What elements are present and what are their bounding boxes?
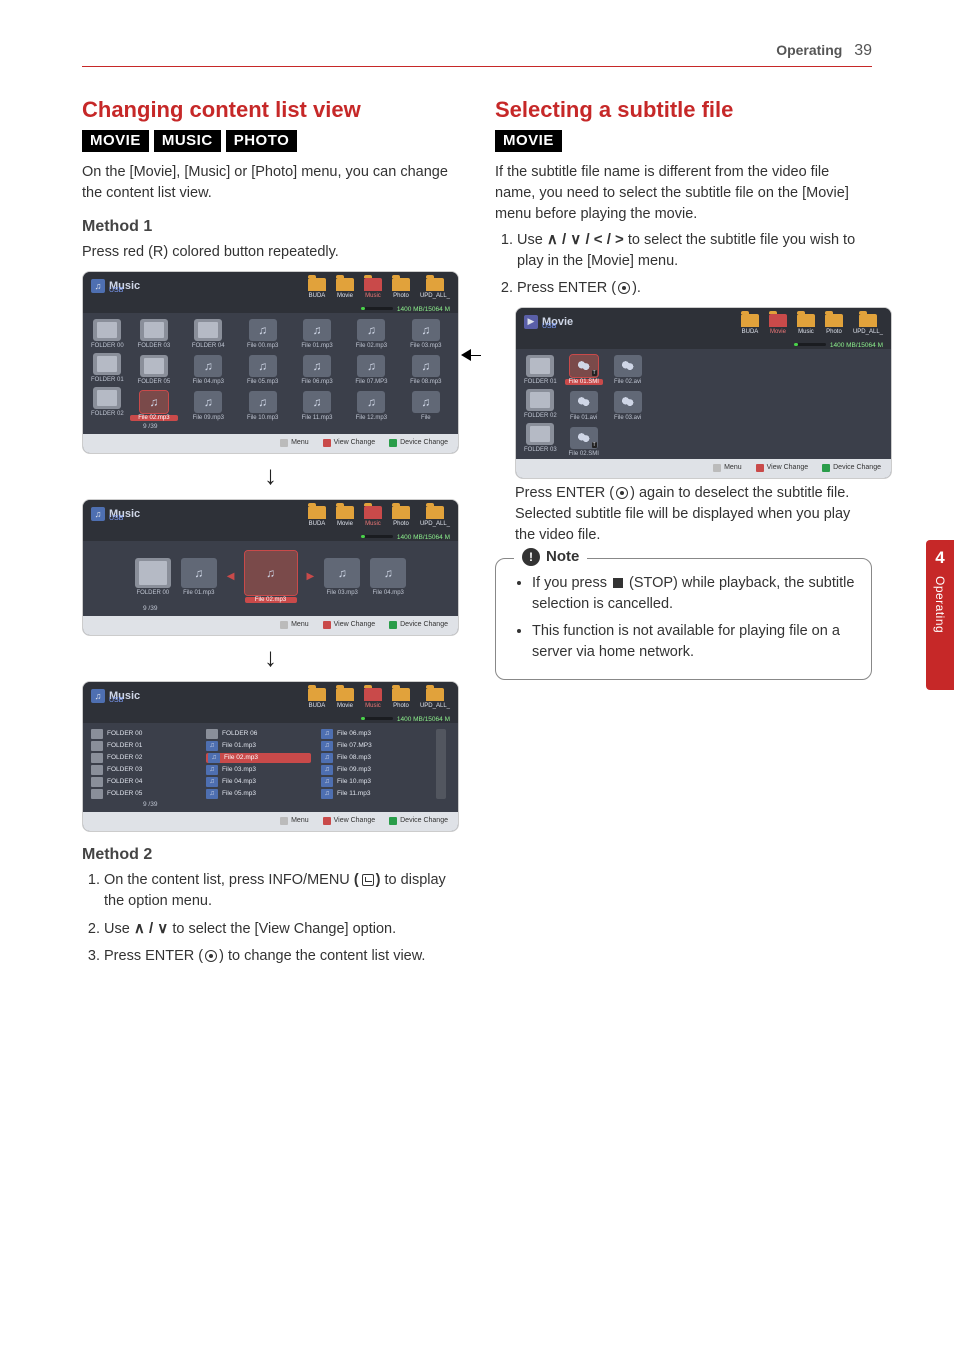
subtitle-step1: Use ∧ / ∨ / < / > to select the subtitle…	[517, 229, 872, 272]
enter-icon	[618, 282, 630, 294]
label-music: MUSIC	[154, 130, 221, 152]
running-head: Operating 39	[776, 42, 872, 60]
intro-right: If the subtitle file name is different f…	[495, 162, 872, 225]
mock-tabs: BUDA Movie Music Photo UPD_ALL_	[308, 278, 450, 299]
note-bang-icon: !	[522, 548, 540, 566]
enter-icon	[616, 487, 628, 499]
subtitle-steps: Use ∧ / ∨ / < / > to select the subtitle…	[495, 229, 872, 299]
chevron-right-icon: ▶	[307, 571, 315, 582]
left-column: Changing content list view MOVIE MUSIC P…	[82, 96, 459, 973]
header-rule	[82, 66, 872, 67]
intro-left: On the [Movie], [Music] or [Photo] menu,…	[82, 162, 459, 204]
chevron-left-icon: ◀	[227, 571, 235, 582]
method2-title: Method 2	[82, 846, 459, 864]
running-head-page: 39	[854, 42, 872, 59]
screenshot-movie-menu: ▶Movie USB BUDA Movie Music Photo UPD_AL…	[515, 307, 892, 479]
note-box: ! Note If you press (STOP) while playbac…	[495, 558, 872, 680]
enter-icon	[205, 950, 217, 962]
side-tab: 4 Operating	[926, 540, 954, 690]
movie-icon: ▶	[524, 315, 538, 329]
updown-arrows-icon: ∧ / ∨	[134, 920, 168, 937]
note-item-2: This function is not available for playi…	[532, 621, 857, 663]
down-arrow-icon: ↓	[82, 460, 459, 491]
music-icon: ♫	[91, 507, 105, 521]
method2-step2: Use ∧ / ∨ to select the [View Change] op…	[104, 918, 459, 940]
screenshot-list-view: ♫Music USB BUDA Movie Music Photo UPD_AL…	[82, 681, 459, 832]
label-photo: PHOTO	[226, 130, 298, 152]
heading-left: Changing content list view	[82, 96, 459, 124]
method1-text: Press red (R) colored button repeatedly.	[82, 242, 459, 263]
note-item-1: If you press (STOP) while playback, the …	[532, 573, 857, 615]
down-arrow-icon: ↓	[82, 642, 459, 673]
screenshot-carousel-view: ♫Music USB BUDA Movie Music Photo UPD_AL…	[82, 499, 459, 636]
music-icon: ♫	[91, 689, 105, 703]
side-tab-label: Operating	[933, 576, 947, 633]
after-screenshot-text: Press ENTER () again to deselect the sub…	[515, 483, 872, 546]
stop-icon	[613, 578, 623, 588]
pointer-arrow-icon	[461, 349, 471, 361]
method2-step3: Press ENTER () to change the content lis…	[104, 946, 459, 967]
method2-step1: On the content list, press INFO/MENU () …	[104, 870, 459, 912]
screenshot-grid-view: ♫Music USB BUDA Movie Music Photo UPD_AL…	[82, 271, 459, 454]
running-head-section: Operating	[776, 42, 842, 58]
side-tab-number: 4	[935, 548, 944, 568]
note-title: Note	[546, 548, 579, 565]
label-movie: MOVIE	[82, 130, 149, 152]
fourway-arrows-icon: ∧ / ∨ / < / >	[547, 231, 624, 248]
heading-right: Selecting a subtitle file	[495, 96, 872, 124]
method1-title: Method 1	[82, 218, 459, 236]
category-labels-right: MOVIE	[495, 130, 872, 152]
label-movie: MOVIE	[495, 130, 562, 152]
right-column: Selecting a subtitle file MOVIE If the s…	[495, 96, 872, 973]
pointer-line	[471, 355, 481, 356]
scrollbar[interactable]	[436, 729, 446, 799]
info-menu-icon	[362, 874, 374, 886]
method2-list: On the content list, press INFO/MENU () …	[82, 870, 459, 967]
category-labels-left: MOVIE MUSIC PHOTO	[82, 130, 459, 152]
music-icon: ♫	[91, 279, 105, 293]
subtitle-step2: Press ENTER ().	[517, 278, 872, 299]
